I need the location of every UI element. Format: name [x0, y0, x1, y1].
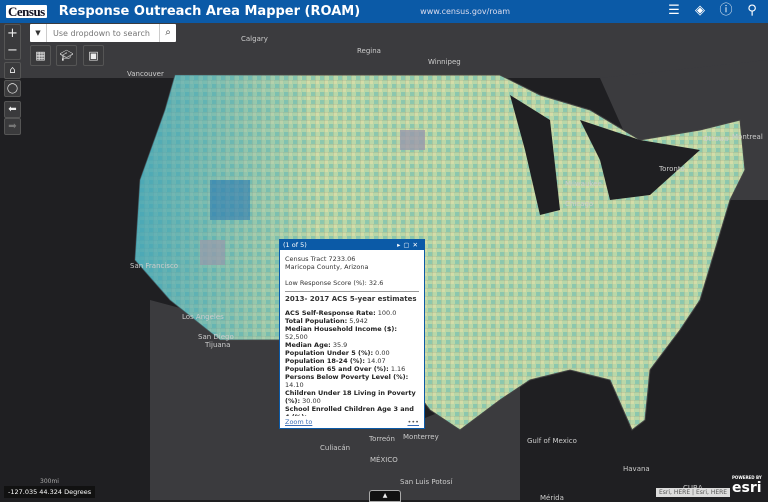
county-name: Maricopa County, Arizona — [285, 263, 369, 271]
field-label: School Enrolled Children Age 3 and 4 (%)… — [285, 405, 414, 416]
map-label: Calgary — [241, 35, 268, 43]
more-options-button[interactable]: ••• — [407, 418, 419, 426]
map-label: San Diego — [198, 333, 234, 341]
close-icon[interactable]: ✕ — [413, 241, 421, 249]
map-label: Ottawa — [703, 135, 729, 143]
search-input[interactable] — [47, 24, 159, 42]
map-attribution: Esri, HERE | Esri, HERE — [656, 488, 731, 497]
field-value: 100.0 — [377, 309, 397, 317]
field-value: 14.07 — [367, 357, 386, 365]
map-label: Monterrey — [403, 433, 439, 441]
list-icon[interactable]: ☰ — [666, 3, 682, 19]
scale-bar: 300mi — [40, 478, 59, 485]
graduation-cap-icon[interactable]: 🎓︎ — [56, 45, 77, 66]
popup-field: Children Under 18 Living in Poverty (%):… — [285, 389, 419, 405]
field-label: Population Under 5 (%): — [285, 349, 374, 357]
field-label: Persons Below Poverty Level (%): — [285, 373, 409, 381]
field-label: Median Household Income ($): — [285, 325, 397, 333]
map-label: Regina — [357, 47, 381, 55]
popup-field: Median Age: 35.9 — [285, 341, 419, 349]
census-url-link[interactable]: www.census.gov/roam — [420, 7, 510, 16]
map-label: Gulf of Mexico — [527, 437, 577, 445]
map-label: Montreal — [732, 133, 763, 141]
search-widget: ▼ ⌕ — [30, 24, 176, 42]
map-label: Toronto — [659, 165, 685, 173]
info-popup: (1 of 5) ▸▢✕ Census Tract 7233.06 Marico… — [279, 239, 425, 429]
field-label: ACS Self-Response Rate: — [285, 309, 376, 317]
zoom-out-button[interactable]: − — [5, 42, 20, 59]
map-label: Torreón — [369, 435, 395, 443]
popup-field: Persons Below Poverty Level (%): 14.10 — [285, 373, 419, 389]
grid-icon[interactable]: ▦ — [30, 45, 51, 66]
forward-extent-button[interactable]: ➡ — [4, 118, 21, 135]
popup-field: Population 65 and Over (%): 1.16 — [285, 365, 419, 373]
search-icon[interactable]: ⌕ — [159, 24, 176, 42]
coordinate-readout: -127.035 44.324 Degrees — [4, 486, 96, 498]
map-label: Havana — [623, 465, 650, 473]
low-response-score: Low Response Score (%): 32.6 — [285, 279, 384, 287]
field-value: 30.00 — [302, 397, 321, 405]
field-value: 1.16 — [390, 365, 406, 373]
layers-icon[interactable]: ◈ — [692, 3, 708, 19]
map-label: Tijuana — [205, 341, 231, 349]
locate-button[interactable]: ◯ — [4, 80, 21, 97]
popup-field: Population 18-24 (%): 14.07 — [285, 357, 419, 365]
section-heading: 2013- 2017 ACS 5-year estimates — [285, 291, 419, 303]
popup-counter: (1 of 5) — [283, 241, 307, 249]
map-label: Chicago — [565, 200, 594, 208]
back-extent-button[interactable]: ⬅ — [4, 101, 21, 118]
map-label: Mérida — [540, 494, 564, 502]
map-label: Milwaukee — [565, 180, 602, 188]
map-label: MÉXICO — [370, 456, 398, 464]
field-label: Population 18-24 (%): — [285, 357, 365, 365]
map-label: San Francisco — [130, 262, 179, 270]
field-value: 35.9 — [332, 341, 348, 349]
home-button[interactable]: ⌂ — [4, 62, 21, 79]
map-label: San Luis Potosí — [400, 478, 453, 486]
zoom-in-button[interactable]: + — [5, 25, 20, 42]
popup-field: Median Household Income ($): 52,500 — [285, 325, 419, 341]
field-value: 0.00 — [375, 349, 390, 357]
field-label: Median Age: — [285, 341, 331, 349]
popup-field: ACS Self-Response Rate: 100.0 — [285, 309, 419, 317]
app-title: Response Outreach Area Mapper (ROAM) — [58, 4, 361, 19]
field-value: 14.10 — [285, 381, 304, 389]
field-label: Population 65 and Over (%): — [285, 365, 389, 373]
tract-name: Census Tract 7233.06 — [285, 255, 356, 263]
map-label: Los Angeles — [182, 313, 224, 321]
expand-panel-button[interactable]: ▲ — [369, 490, 401, 502]
shopping-bag-icon[interactable]: ▣ — [83, 45, 104, 66]
field-value: 52,500 — [285, 333, 308, 341]
zoom-to-link[interactable]: Zoom to — [285, 418, 312, 426]
search-dropdown-button[interactable]: ▼ — [30, 24, 47, 42]
field-value: 5,942 — [349, 317, 368, 325]
map-label: Winnipeg — [428, 58, 461, 66]
esri-logo: POWERED BY esri — [732, 475, 762, 496]
maximize-icon[interactable]: ▢ — [403, 241, 412, 249]
popup-field: School Enrolled Children Age 3 and 4 (%)… — [285, 405, 419, 416]
zoom-control: + − — [4, 24, 21, 60]
map-label: Culiacán — [320, 444, 351, 452]
field-label: Total Population: — [285, 317, 348, 325]
info-icon[interactable]: ⓘ — [718, 3, 734, 19]
share-icon[interactable]: ⚲ — [744, 3, 760, 19]
popup-field: Total Population: 5,942 — [285, 317, 419, 325]
popup-field: Population Under 5 (%): 0.00 — [285, 349, 419, 357]
map-label: Vancouver — [127, 70, 164, 78]
app-header: Census Response Outreach Area Mapper (RO… — [0, 0, 768, 23]
census-logo: Census — [6, 4, 47, 19]
